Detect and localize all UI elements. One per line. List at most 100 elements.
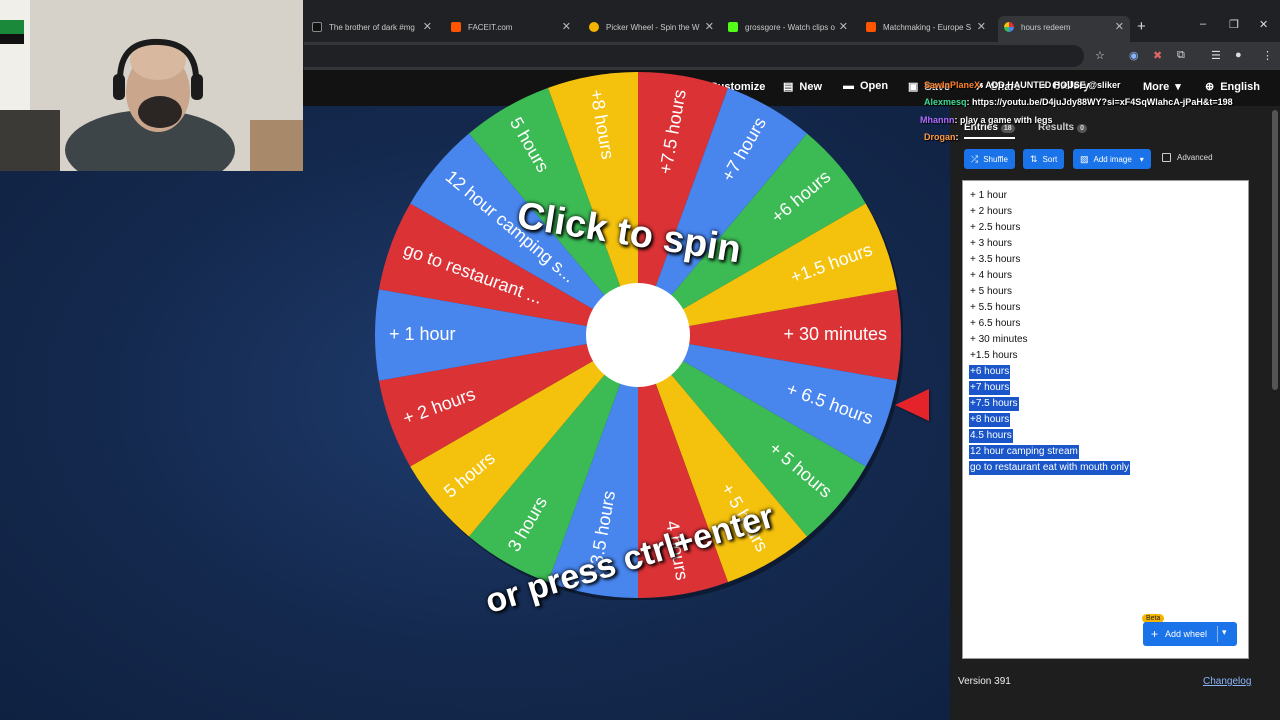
checkbox-box[interactable] xyxy=(1162,153,1171,162)
caret-down-icon[interactable]: ▾ xyxy=(1222,627,1227,638)
image-icon: ▨ xyxy=(1080,153,1089,164)
tiktok-icon xyxy=(312,22,322,32)
entry-line: go to restaurant eat with mouth only xyxy=(969,461,1130,475)
wheel-pointer xyxy=(895,389,929,421)
puzzle-icon[interactable]: ⧉ xyxy=(1177,49,1185,62)
add-wheel-button[interactable]: + Add wheel ▾ xyxy=(1143,622,1237,646)
advanced-checkbox[interactable]: Advanced xyxy=(1162,153,1213,162)
shuffle-icon: ⤮ xyxy=(971,153,979,164)
caret-down-icon: ▾ xyxy=(1139,154,1144,164)
shuffle-button[interactable]: ⤮ Shuffle xyxy=(964,149,1015,169)
entry-line: +8 hours xyxy=(969,413,1011,427)
address-bar[interactable] xyxy=(304,45,1084,67)
stream-chat-overlay: SawInPlaneX: ADD HAUNTED HOUSE @sliker A… xyxy=(918,80,1280,150)
sort-icon: ⇅ xyxy=(1030,153,1038,164)
faceit-icon xyxy=(451,22,461,32)
minimize-button[interactable]: – xyxy=(1200,18,1206,30)
tab-label: The brother of dark #mg xyxy=(329,22,415,32)
entry-line: + 4 hours xyxy=(970,270,1012,281)
chat-user: SawInPlaneX xyxy=(924,80,981,90)
entry-line: 4.5 hours xyxy=(969,429,1013,443)
wheel-svg[interactable]: + 30 minutes+ 6.5 hours+ 5 hours+ 5 hour… xyxy=(373,70,904,602)
chat-message: ADD HAUNTED HOUSE @sliker xyxy=(985,80,1121,90)
picker-wheel-icon xyxy=(589,22,599,32)
wheel-segment-label: + 30 minutes xyxy=(783,324,887,344)
plus-icon: + xyxy=(1151,627,1159,641)
star-icon[interactable]: ☆ xyxy=(1095,49,1105,62)
entry-line: + 2 hours xyxy=(970,206,1012,217)
extension-icon[interactable]: ✖ xyxy=(1153,49,1162,62)
maximize-button[interactable]: ❐ xyxy=(1229,18,1239,31)
chat-user: Alexmesq xyxy=(924,97,967,107)
save-icon: ▣ xyxy=(908,81,919,93)
chat-line: SawInPlaneX: ADD HAUNTED HOUSE @sliker xyxy=(924,80,1121,90)
entry-line: + 1 hour xyxy=(970,190,1007,201)
wheel-of-names-icon xyxy=(1004,22,1014,32)
close-icon[interactable]: ✕ xyxy=(423,20,432,33)
close-icon[interactable]: ✕ xyxy=(562,20,571,33)
close-icon[interactable]: ✕ xyxy=(705,20,714,33)
new-tab-button[interactable]: + xyxy=(1137,18,1146,35)
tab-label: Picker Wheel - Spin the W xyxy=(606,22,700,32)
extension-icon[interactable]: ◉ xyxy=(1129,49,1139,62)
streamer-webcam-image xyxy=(0,0,303,171)
browser-tab-active[interactable]: hours redeem ✕ xyxy=(998,16,1130,44)
menu-icon[interactable]: ⋮ xyxy=(1262,49,1273,62)
tab-label: FACEIT.com xyxy=(468,22,513,32)
add-image-button[interactable]: ▨ Add image ▾ xyxy=(1073,149,1151,169)
screen: The brother of dark #mg ✕ FACEIT.com ✕ P… xyxy=(0,0,1280,720)
chat-user: Mhannn xyxy=(920,115,955,125)
wheel[interactable]: + 30 minutes + 6.5 hours + 5 hours + 5 hour… xyxy=(373,70,904,602)
kick-icon xyxy=(728,22,738,32)
entry-line: +1.5 hours xyxy=(970,350,1018,361)
changelog-link[interactable]: Changelog xyxy=(1203,676,1251,687)
entry-line: + 5.5 hours xyxy=(970,302,1021,313)
tab-label: hours redeem xyxy=(1021,22,1071,32)
entry-line: +7.5 hours xyxy=(969,397,1019,411)
entry-line: + 6.5 hours xyxy=(970,318,1021,329)
address-bar-row: ☆ ◉ ✖ ⧉ ☰ ● ⋮ xyxy=(304,42,1280,70)
chat-line: Mhannn: play a game with legs xyxy=(920,115,1053,125)
close-icon[interactable]: ✕ xyxy=(977,20,986,33)
close-window-button[interactable]: ✕ xyxy=(1259,18,1268,31)
chat-message: play a game with legs xyxy=(960,115,1053,125)
entry-line: +6 hours xyxy=(969,365,1011,379)
browser-tab[interactable]: The brother of dark #mg ✕ xyxy=(312,16,432,38)
close-icon[interactable]: ✕ xyxy=(1115,20,1124,33)
entry-line: + 3.5 hours xyxy=(970,254,1021,265)
button-divider xyxy=(1217,626,1218,642)
profile-icon[interactable]: ● xyxy=(1235,49,1242,61)
entry-line: 12 hour camping stream xyxy=(969,445,1079,459)
browser-tab[interactable]: Matchmaking - Europe S ✕ xyxy=(866,16,986,38)
chat-line: Alexmesq: https://youtu.be/D4juJdy88WY?s… xyxy=(924,97,1233,107)
wheel-center-hub[interactable] xyxy=(586,283,690,387)
entry-line: +7 hours xyxy=(969,381,1011,395)
tab-label: Matchmaking - Europe S xyxy=(883,22,972,32)
close-icon[interactable]: ✕ xyxy=(839,20,848,33)
sort-label: Sort xyxy=(1042,154,1058,164)
advanced-label: Advanced xyxy=(1177,153,1213,162)
webcam-overlay xyxy=(0,0,303,171)
chat-user: Drogan xyxy=(924,132,956,142)
chat-line: Drogan: xyxy=(924,132,959,142)
add-wheel-label: Add wheel xyxy=(1165,629,1208,639)
version-label: Version 391 xyxy=(958,676,1011,687)
entry-line: + 2.5 hours xyxy=(970,222,1021,233)
entries-panel: Entries 18 Results 0 ⤮ Shuffle ⇅ Sort ▨ Add i… xyxy=(950,106,1270,720)
faceit-icon xyxy=(866,22,876,32)
entry-line: + 5 hours xyxy=(970,286,1012,297)
chat-message: https://youtu.be/D4juJdy88WY?si=xF4SqWla… xyxy=(972,97,1233,107)
browser-tab[interactable]: FACEIT.com ✕ xyxy=(451,16,571,38)
page-scrollbar[interactable] xyxy=(1272,110,1278,390)
tab-label: grossgore - Watch clips o xyxy=(745,22,835,32)
wheel-segment-label: + 1 hour xyxy=(389,324,456,344)
add-image-label: Add image xyxy=(1093,154,1132,164)
entry-line: + 3 hours xyxy=(970,238,1012,249)
entries-textarea[interactable]: + 1 hour + 2 hours + 2.5 hours + 3 hours + 3… xyxy=(962,180,1249,659)
browser-tab[interactable]: grossgore - Watch clips o ✕ xyxy=(728,16,848,38)
shuffle-label: Shuffle xyxy=(983,154,1008,164)
entry-line: + 30 minutes xyxy=(970,334,1028,345)
sort-button[interactable]: ⇅ Sort xyxy=(1023,149,1065,169)
sidebar-icon[interactable]: ☰ xyxy=(1211,49,1221,62)
browser-tab[interactable]: Picker Wheel - Spin the W ✕ xyxy=(589,16,714,38)
